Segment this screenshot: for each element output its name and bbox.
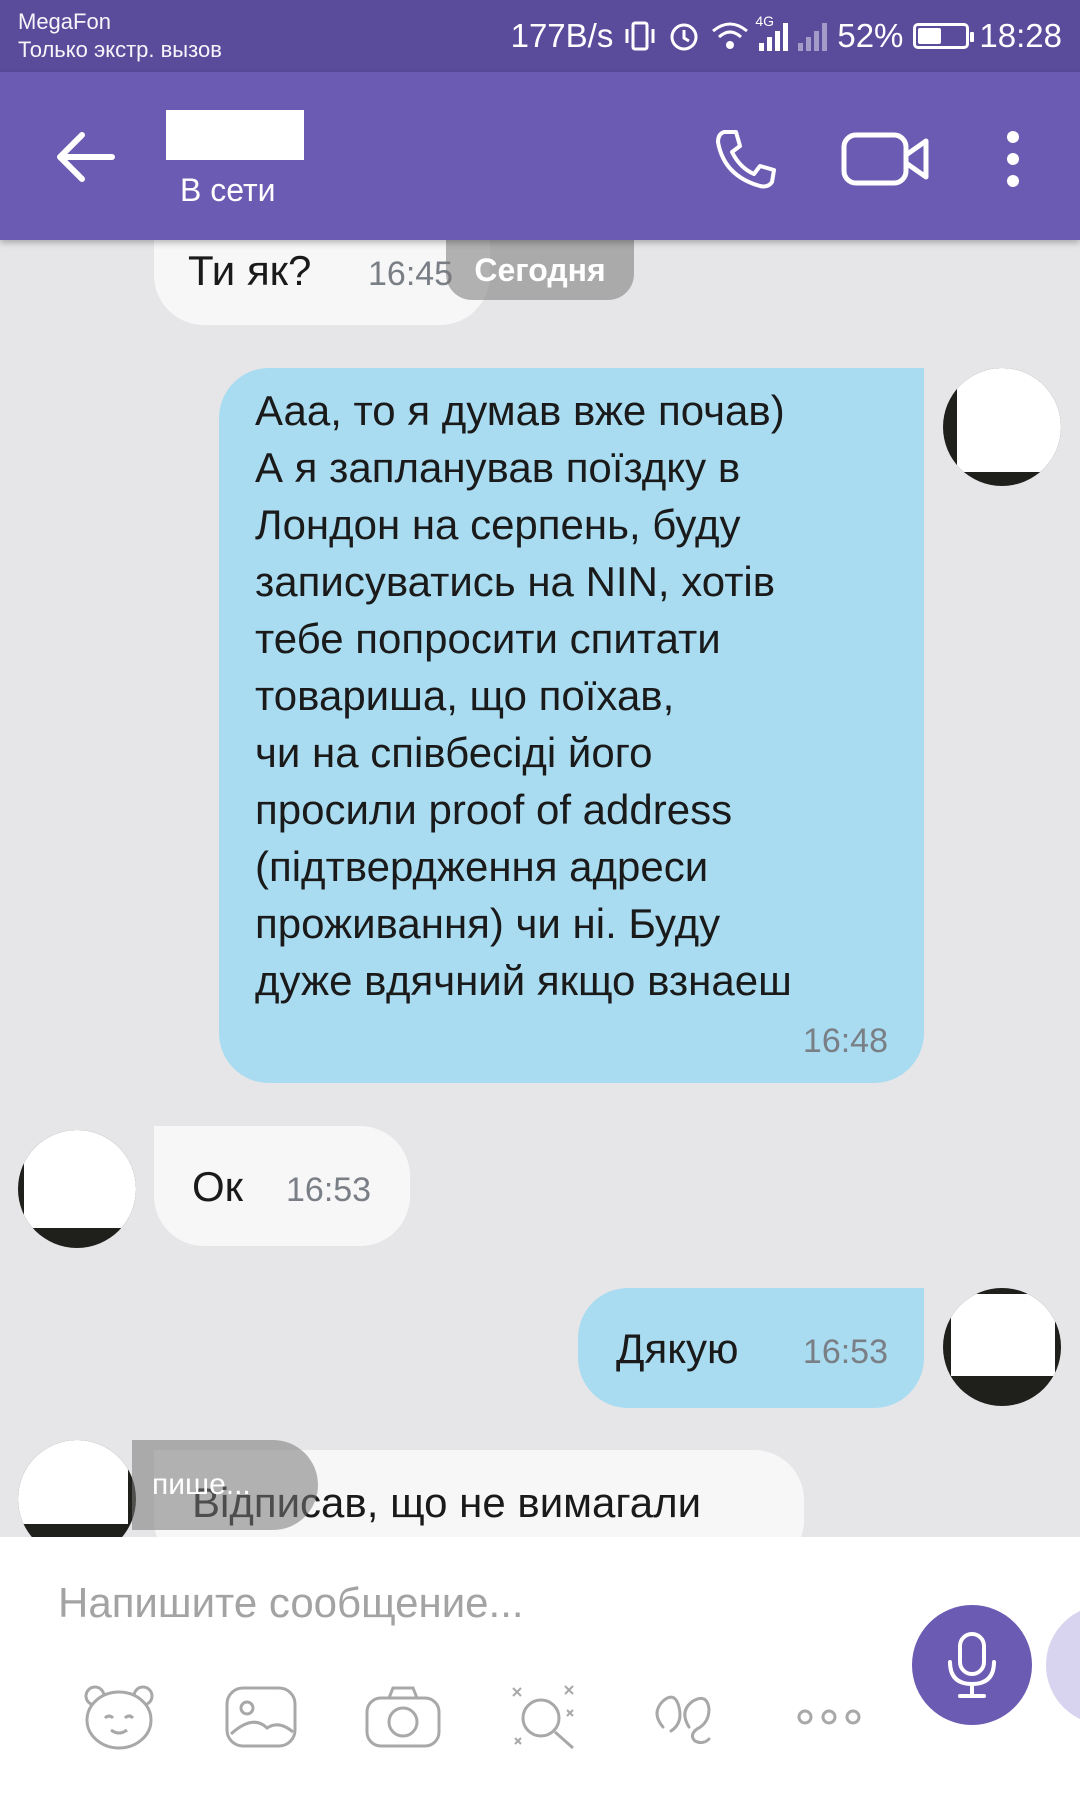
typing-indicator: пише... — [132, 1440, 318, 1530]
avatar-redaction — [24, 1130, 136, 1228]
alarm-icon — [667, 19, 701, 53]
vibrate-icon — [623, 19, 657, 53]
message-text: Дякую — [616, 1325, 739, 1372]
message-bubble-incoming[interactable]: Ок 16:53 — [154, 1126, 410, 1246]
camera-button[interactable] — [332, 1677, 474, 1757]
more-vertical-icon — [1007, 131, 1019, 187]
presence-status: В сети — [180, 172, 276, 208]
contact-name-redacted[interactable] — [166, 110, 304, 160]
message-line: чи на співбесіді його — [255, 729, 653, 776]
message-line: А я запланував поїздку в — [255, 444, 741, 491]
gif-button[interactable] — [616, 1677, 758, 1757]
message-line: Лондон на серпень, буду — [255, 501, 741, 548]
sticker-button[interactable] — [48, 1677, 190, 1757]
message-line: проживання) чи ні. Буду — [255, 900, 721, 947]
doodle-button[interactable] — [474, 1677, 616, 1757]
video-camera-icon — [841, 132, 929, 186]
carrier-note: Только экстр. вызов — [18, 37, 222, 62]
wifi-icon — [711, 21, 749, 51]
message-line: просили proof of address — [255, 786, 733, 833]
network-type: 4G — [755, 13, 775, 29]
message-time: 16:53 — [802, 1333, 888, 1371]
clock: 18:28 — [979, 17, 1062, 54]
message-line: (підтвердження адреси — [255, 843, 709, 890]
carrier-info: MegaFon Только экстр. вызов — [18, 8, 222, 64]
message-line: записуватись на NIN, хотів — [255, 558, 776, 605]
avatar-redaction — [957, 368, 1061, 472]
composer: Напишите сообщение... — [0, 1537, 1080, 1794]
voice-call-button[interactable] — [700, 114, 790, 204]
message-bubble-incoming[interactable]: Ти як? 16:45 — [154, 240, 490, 325]
message-time: 16:53 — [286, 1171, 372, 1209]
avatar-self[interactable] — [943, 368, 1061, 486]
message-bubble-outgoing[interactable]: Ааа, то я думав вже почав) А я запланува… — [219, 368, 924, 1083]
gif-icon — [655, 1695, 711, 1745]
gallery-button[interactable] — [190, 1677, 332, 1757]
signal-icon-secondary — [798, 21, 828, 51]
message-line: тебе попросити спитати — [255, 615, 721, 662]
battery-icon — [913, 23, 975, 49]
more-tools-button[interactable] — [758, 1677, 900, 1757]
gallery-icon — [225, 1686, 297, 1748]
composer-toolbar — [48, 1677, 900, 1757]
video-call-button[interactable] — [840, 114, 930, 204]
message-list[interactable]: Ти як? 16:45 Сегодня Ааа, то я думав вже… — [0, 240, 1080, 1537]
status-icons: 177B/s 4G 52% 18:28 — [510, 13, 1062, 58]
message-text: Ти як? — [188, 247, 312, 294]
battery-percent: 52% — [837, 17, 904, 54]
avatar-redaction — [951, 1294, 1055, 1376]
message-line: дуже вдячний якщо взнаеш — [255, 957, 792, 1004]
back-button[interactable] — [52, 122, 122, 192]
send-mode-toggle[interactable] — [1046, 1605, 1080, 1725]
message-text: Ааа, то я думав вже почав) А я запланува… — [255, 382, 792, 1009]
message-text: Ок — [192, 1163, 244, 1210]
message-line: Ааа, то я думав вже почав) — [255, 387, 785, 434]
date-separator: Сегодня — [446, 240, 634, 300]
status-bar: MegaFon Только экстр. вызов 177B/s 4G 52… — [0, 0, 1080, 72]
microphone-icon — [948, 1632, 996, 1698]
avatar-redaction — [18, 1440, 128, 1524]
chat-header: В сети — [0, 72, 1080, 240]
message-line: товариша, що поїхав, — [255, 672, 675, 719]
carrier-name: MegaFon — [18, 9, 111, 34]
message-bubble-outgoing[interactable]: Дякую 16:53 — [578, 1288, 924, 1408]
signal-icon: 4G — [755, 13, 789, 51]
message-time: 16:48 — [802, 1022, 888, 1060]
message-time: 16:45 — [368, 255, 454, 293]
more-horizontal-icon — [797, 1709, 861, 1725]
record-voice-button[interactable] — [912, 1605, 1032, 1725]
avatar-self[interactable] — [943, 1288, 1061, 1406]
sticker-icon — [84, 1685, 154, 1750]
doodle-icon — [512, 1685, 574, 1750]
net-speed: 177B/s — [510, 17, 614, 54]
message-input[interactable]: Напишите сообщение... — [58, 1579, 524, 1627]
avatar-contact[interactable] — [18, 1440, 136, 1537]
back-arrow-icon — [57, 132, 115, 182]
avatar-contact[interactable] — [18, 1130, 136, 1248]
phone-icon — [716, 130, 776, 189]
camera-icon — [365, 1686, 441, 1748]
more-options-button[interactable] — [968, 114, 1058, 204]
